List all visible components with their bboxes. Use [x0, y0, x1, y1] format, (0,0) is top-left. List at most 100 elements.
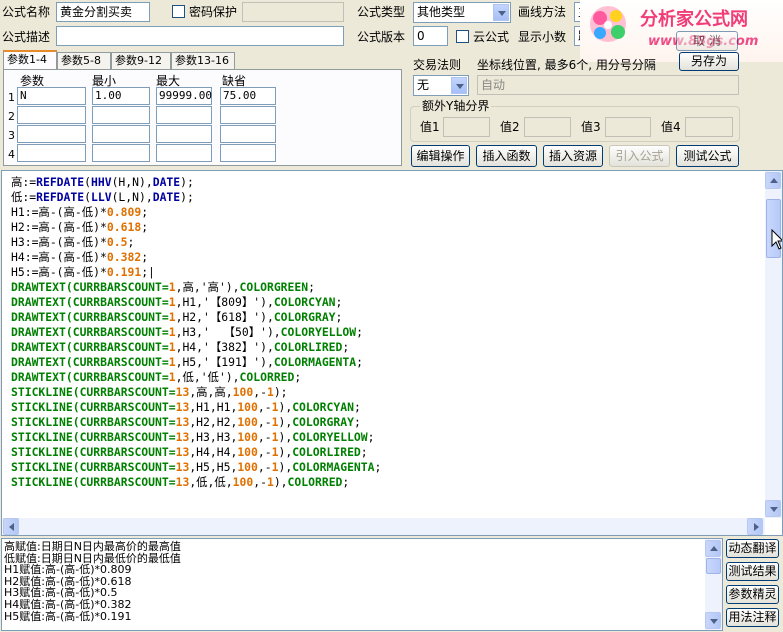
- code-line[interactable]: DRAWTEXT(CURRBARSCOUNT=1,低,'低'),COLORRED…: [11, 370, 381, 385]
- tab-params-9-12[interactable]: 参数9-12: [111, 52, 171, 69]
- horizontal-scrollbar[interactable]: [2, 518, 765, 535]
- code-token: 13: [175, 430, 190, 444]
- trade-rule-select[interactable]: 无: [413, 75, 469, 96]
- code-line[interactable]: STICKLINE(CURRBARSCOUNT=13,低,低,100,-1),C…: [11, 475, 381, 490]
- code-token: 高:=: [11, 175, 37, 189]
- param-header-name: 参数: [20, 74, 45, 88]
- dynamic-translate-button[interactable]: 动态翻译: [726, 539, 779, 558]
- code-token: H1:=高-(高-低)*: [11, 205, 107, 219]
- coord-line-input[interactable]: 自动: [477, 75, 739, 95]
- param-max-cell[interactable]: [156, 106, 212, 124]
- param-max-cell[interactable]: [156, 125, 212, 143]
- code-line[interactable]: DRAWTEXT(CURRBARSCOUNT=1,H5,'【191】'),COL…: [11, 355, 381, 370]
- code-token: ,-: [257, 460, 272, 474]
- code-line[interactable]: STICKLINE(CURRBARSCOUNT=13,H2,H2,100,-1)…: [11, 415, 381, 430]
- param-max-cell[interactable]: [156, 144, 212, 162]
- edit-operations-button[interactable]: 编辑操作: [411, 145, 470, 167]
- code-line[interactable]: H4:=高-(高-低)*0.382;: [11, 250, 381, 265]
- formula-desc-input[interactable]: [56, 26, 344, 46]
- param-max-cell[interactable]: 99999.00: [156, 87, 212, 105]
- code-line[interactable]: STICKLINE(CURRBARSCOUNT=13,H3,H3,100,-1)…: [11, 430, 381, 445]
- save-as-button[interactable]: 另存为: [679, 52, 739, 71]
- code-token: 1: [168, 340, 176, 354]
- code-token: 0.809: [106, 205, 142, 219]
- import-formula-button[interactable]: 引入公式: [609, 145, 670, 167]
- code-token: ;: [141, 220, 149, 234]
- scroll-up-icon[interactable]: [765, 172, 781, 189]
- code-line[interactable]: H2:=高-(高-低)*0.618;: [11, 220, 381, 235]
- param-min-cell[interactable]: [92, 106, 150, 124]
- vertical-scrollbar[interactable]: [765, 171, 782, 518]
- param-name-cell[interactable]: [17, 106, 86, 124]
- param-min-cell[interactable]: [92, 144, 150, 162]
- code-line[interactable]: STICKLINE(CURRBARSCOUNT=13,H5,H5,100,-1)…: [11, 460, 381, 475]
- param-default-cell[interactable]: 75.00: [220, 87, 276, 105]
- code-line[interactable]: DRAWTEXT(CURRBARSCOUNT=1,H4,'【382】'),COL…: [11, 340, 381, 355]
- description-scrollbar[interactable]: [705, 539, 722, 630]
- chevron-down-icon[interactable]: [451, 77, 467, 94]
- code-line[interactable]: DRAWTEXT(CURRBARSCOUNT=1,H2,'【618】'),COL…: [11, 310, 381, 325]
- param-wizard-button[interactable]: 参数精灵: [726, 585, 779, 604]
- formula-name-input[interactable]: 黄金分割买卖: [56, 2, 150, 22]
- description-panel[interactable]: 高赋值:日期日N日内最高价的最高值 低赋值:日期日N日内最低价的最低值 H1赋值:高…: [1, 538, 723, 631]
- code-line[interactable]: DRAWTEXT(CURRBARSCOUNT=1,H3,' 【50】'),COL…: [11, 325, 381, 340]
- usage-notes-button[interactable]: 用法注释: [726, 608, 779, 627]
- tab-params-13-16[interactable]: 参数13-16: [171, 52, 235, 69]
- mouse-cursor-icon: [771, 229, 782, 250]
- code-token: H4:=高-(高-低)*: [11, 250, 107, 264]
- scroll-left-icon[interactable]: [3, 518, 19, 535]
- param-name-cell[interactable]: [17, 144, 86, 162]
- code-editor[interactable]: 高:=REFDATE(HHV(H,N),DATE); 低:=REFDATE(LLV…: [1, 170, 783, 536]
- insert-resource-button[interactable]: 插入资源: [543, 145, 603, 167]
- show-decimals-label: 显示小数: [518, 30, 567, 44]
- chevron-down-icon[interactable]: [493, 4, 509, 21]
- code-token: ;: [141, 250, 149, 264]
- code-line[interactable]: 高:=REFDATE(HHV(H,N),DATE);: [11, 175, 381, 190]
- code-token: ,H4,'【382】'),: [175, 340, 274, 354]
- code-token: ,低,低,: [189, 475, 233, 489]
- code-line[interactable]: STICKLINE(CURRBARSCOUNT=13,H4,H4,100,-1)…: [11, 445, 381, 460]
- test-results-button[interactable]: 测试结果: [726, 562, 779, 581]
- tab-params-1-4[interactable]: 参数1-4: [3, 50, 57, 70]
- code-line[interactable]: H3:=高-(高-低)*0.5;: [11, 235, 381, 250]
- param-min-cell[interactable]: 1.00: [92, 87, 150, 105]
- scroll-thumb[interactable]: [706, 558, 721, 574]
- scroll-down-icon[interactable]: [705, 612, 721, 629]
- code-line[interactable]: DRAWTEXT(CURRBARSCOUNT=1,高,'高'),COLORGRE…: [11, 280, 381, 295]
- param-row-number: 1: [8, 91, 15, 104]
- code-line[interactable]: H5:=高-(高-低)*0.191;|: [11, 265, 381, 280]
- code-line[interactable]: STICKLINE(CURRBARSCOUNT=13,高,高,100,-1);: [11, 385, 381, 400]
- code-token: DRAWTEXT(CURRBARSCOUNT=: [11, 310, 169, 324]
- code-line[interactable]: 低:=REFDATE(LLV(L,N),DATE);: [11, 190, 381, 205]
- code-token: ;|: [141, 265, 155, 279]
- param-name-cell[interactable]: N: [17, 87, 86, 105]
- param-min-cell[interactable]: [92, 125, 150, 143]
- formula-version-input[interactable]: 0: [413, 26, 448, 46]
- scroll-right-icon[interactable]: [747, 518, 763, 535]
- param-default-cell[interactable]: [220, 125, 276, 143]
- code-line[interactable]: STICKLINE(CURRBARSCOUNT=13,H1,H1,100,-1)…: [11, 400, 381, 415]
- scroll-up-icon[interactable]: [705, 540, 721, 557]
- y-value-3-input[interactable]: [605, 117, 651, 137]
- param-default-cell[interactable]: [220, 106, 276, 124]
- y-value-1-input[interactable]: [443, 117, 490, 137]
- password-checkbox[interactable]: [172, 5, 185, 18]
- cloud-formula-checkbox[interactable]: [456, 30, 469, 43]
- cancel-button[interactable]: 取 消: [676, 31, 738, 51]
- y-value-4-input[interactable]: [685, 117, 733, 137]
- code-token: ),: [278, 430, 293, 444]
- formula-type-select[interactable]: 其他类型: [413, 2, 511, 23]
- param-name-cell[interactable]: [17, 125, 86, 143]
- code-token: ),: [278, 445, 293, 459]
- y-value-2-input[interactable]: [524, 117, 571, 137]
- tab-params-5-8[interactable]: 参数5-8: [57, 52, 111, 69]
- insert-function-button[interactable]: 插入函数: [476, 145, 537, 167]
- code-token: 100: [232, 475, 254, 489]
- code-line[interactable]: H1:=高-(高-低)*0.809;: [11, 205, 381, 220]
- param-default-cell[interactable]: [220, 144, 276, 162]
- code-token: ,-: [253, 385, 267, 399]
- test-formula-button[interactable]: 测试公式: [676, 145, 739, 167]
- code-line[interactable]: DRAWTEXT(CURRBARSCOUNT=1,H1,'【809】'),COL…: [11, 295, 381, 310]
- scroll-down-icon[interactable]: [765, 500, 781, 517]
- code-text[interactable]: 高:=REFDATE(HHV(H,N),DATE); 低:=REFDATE(LLV…: [11, 175, 381, 490]
